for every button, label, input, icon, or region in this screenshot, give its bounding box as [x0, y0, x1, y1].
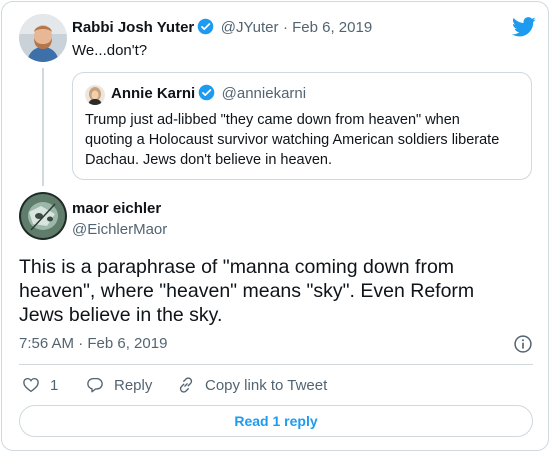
reply-icon — [87, 377, 103, 393]
info-icon[interactable] — [513, 334, 533, 354]
quoted-tweet-text: Trump just ad-libbed "they came down fro… — [85, 110, 525, 170]
main-text-line: Jews believe in the sky. — [19, 304, 223, 326]
avatar-annie-karni — [85, 85, 105, 105]
tweet-timestamp[interactable]: 7:56 AM · Feb 6, 2019 — [19, 335, 167, 352]
avatar-maor-eichler[interactable] — [19, 192, 67, 240]
quoted-tweet-header: Annie Karni @anniekarni — [111, 84, 306, 103]
verified-icon — [198, 84, 215, 101]
like-button[interactable]: 1 — [22, 375, 58, 395]
main-tweet-text: This is a paraphrase of "manna coming do… — [19, 255, 529, 327]
quoted-tweet[interactable]: Annie Karni @anniekarni Trump just ad-li… — [72, 72, 532, 180]
parent-tweet-header: Rabbi Josh Yuter @JYuter · Feb 6, 2019 — [72, 18, 372, 37]
reply-label: Reply — [114, 376, 153, 394]
parent-author-name[interactable]: Rabbi Josh Yuter — [72, 19, 194, 36]
quoted-text-line: quoting a Holocaust survivor watching Am… — [85, 132, 500, 148]
quoted-author-handle: @anniekarni — [221, 85, 307, 102]
main-author-handle[interactable]: @EichlerMaor — [72, 221, 167, 238]
read-replies-button[interactable]: Read 1 reply — [19, 405, 533, 437]
heart-icon — [23, 377, 39, 393]
link-icon — [179, 377, 193, 393]
action-divider — [19, 364, 533, 365]
parent-tweet-text: We...don't? — [72, 42, 148, 59]
reply-button[interactable]: Reply — [86, 375, 152, 395]
parent-tweet-date[interactable]: · Feb 6, 2019 — [283, 19, 372, 36]
quoted-author-name: Annie Karni — [111, 85, 196, 102]
copy-link-button[interactable]: Copy link to Tweet — [177, 375, 327, 395]
quoted-text-line: Trump just ad-libbed "they came down fro… — [85, 112, 460, 128]
main-author-name[interactable]: maor eichler — [72, 200, 161, 217]
verified-icon — [197, 18, 214, 35]
tweet-embed-card: Rabbi Josh Yuter @JYuter · Feb 6, 2019 W… — [1, 1, 549, 451]
thread-connector-line — [42, 68, 44, 186]
copy-link-label: Copy link to Tweet — [205, 376, 328, 394]
parent-author-handle[interactable]: @JYuter — [221, 19, 279, 36]
like-count: 1 — [50, 376, 59, 394]
main-text-line: heaven", where "heaven" means "sky". Eve… — [19, 280, 475, 302]
avatar-josh-yuter[interactable] — [19, 14, 67, 62]
main-text-line: This is a paraphrase of "manna coming do… — [19, 256, 455, 278]
quoted-text-line: Dachau. Jews don't believe in heaven. — [85, 152, 333, 168]
twitter-icon[interactable] — [512, 16, 536, 38]
